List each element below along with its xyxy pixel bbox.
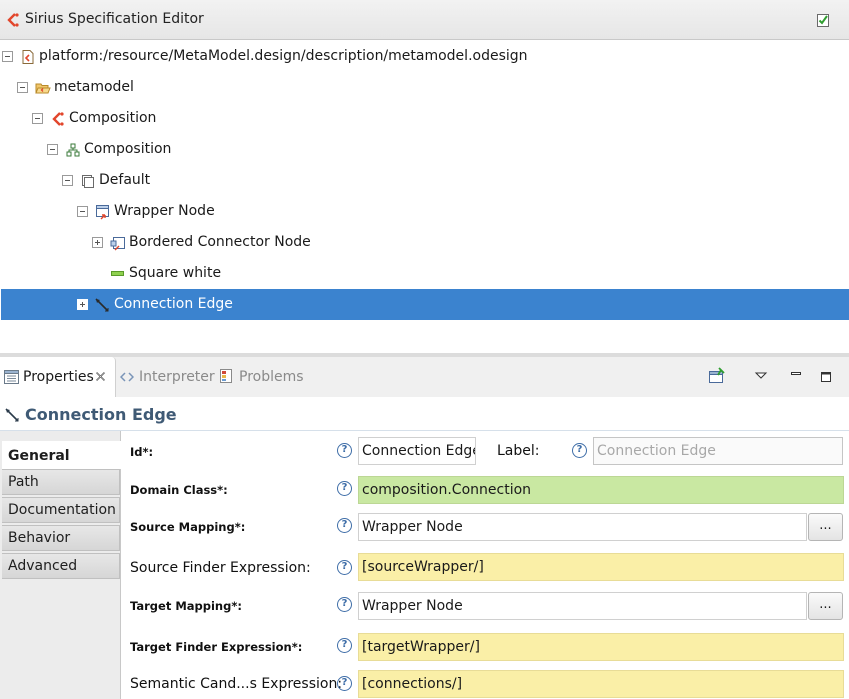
expand-toggle[interactable] <box>77 299 88 310</box>
tree-item-label: metamodel <box>54 79 134 95</box>
help-icon[interactable]: ? <box>337 560 352 575</box>
pin-view-icon[interactable] <box>708 367 726 385</box>
target-finder-field[interactable]: [targetWrapper/] <box>358 633 844 661</box>
semantic-candidates-field[interactable]: [connections/] <box>358 670 844 698</box>
properties-side-tabs: General Path Documentation Behavior Adva… <box>0 431 122 699</box>
collapse-toggle[interactable] <box>17 82 28 93</box>
view-menu-icon[interactable] <box>752 367 770 385</box>
domain-class-field[interactable]: composition.Connection <box>358 476 844 504</box>
source-mapping-field[interactable]: Wrapper Node <box>358 513 807 541</box>
domain-class-label: Domain Class*: <box>130 483 228 497</box>
edge-mapping-icon <box>4 407 20 427</box>
tree-item-connection-edge[interactable]: Connection Edge <box>1 289 849 320</box>
tab-interpreter[interactable]: Interpreter <box>118 357 216 397</box>
target-mapping-field[interactable]: Wrapper Node <box>358 592 807 620</box>
collapse-toggle[interactable] <box>32 113 43 124</box>
tree-item-label: Square white <box>129 265 222 281</box>
help-icon[interactable]: ? <box>337 597 352 612</box>
help-icon[interactable]: ? <box>337 676 352 691</box>
tab-label: Problems <box>239 369 304 385</box>
tree-item-viewpoint[interactable]: Composition <box>0 103 849 134</box>
help-icon[interactable]: ? <box>572 443 587 458</box>
source-mapping-browse-button[interactable]: ... <box>808 513 843 541</box>
tab-label: Properties <box>23 369 94 385</box>
square-style-icon <box>110 266 126 282</box>
editor-title-bar: Sirius Specification Editor <box>0 0 849 40</box>
validate-check-icon[interactable] <box>815 12 831 32</box>
tree-item-label: platform:/resource/MetaModel.design/desc… <box>39 48 528 64</box>
tree-item-square-style[interactable]: Square white <box>0 258 849 289</box>
properties-icon <box>4 370 19 388</box>
interpreter-icon <box>119 370 135 388</box>
container-mapping-icon <box>95 204 111 220</box>
collapse-toggle[interactable] <box>77 206 88 217</box>
properties-title-text: Connection Edge <box>25 405 177 424</box>
tree-item-label: Composition <box>69 110 157 126</box>
tab-properties[interactable]: Properties <box>0 357 116 397</box>
collapse-toggle[interactable] <box>62 175 73 186</box>
problems-icon <box>219 368 233 388</box>
specification-tree: platform:/resource/MetaModel.design/desc… <box>0 40 849 353</box>
minimize-icon[interactable] <box>787 367 805 385</box>
diagram-description-icon <box>65 142 81 158</box>
odesign-file-icon <box>20 49 36 65</box>
close-icon[interactable] <box>95 370 106 386</box>
properties-body: General Path Documentation Behavior Adva… <box>0 431 849 699</box>
properties-title: Connection Edge <box>0 397 849 431</box>
tree-item-odesign[interactable]: platform:/resource/MetaModel.design/desc… <box>0 41 849 72</box>
target-mapping-browse-button[interactable]: ... <box>808 592 843 620</box>
tree-item-wrapper-node[interactable]: Wrapper Node <box>0 196 849 227</box>
tree-item-diagram-description[interactable]: Composition <box>0 134 849 165</box>
label-field[interactable]: Connection Edge <box>593 437 843 465</box>
help-icon[interactable]: ? <box>337 443 352 458</box>
tree-item-label: Default <box>99 172 151 188</box>
layer-icon <box>80 173 96 189</box>
semantic-candidates-label: Semantic Cand...s Expression: <box>130 676 343 692</box>
source-finder-label: Source Finder Expression: <box>130 560 311 576</box>
collapse-toggle[interactable] <box>47 144 58 155</box>
tree-item-label: Wrapper Node <box>114 203 215 219</box>
maximize-icon[interactable] <box>817 367 835 385</box>
id-field[interactable]: Connection Edge <box>358 437 476 465</box>
collapse-toggle[interactable] <box>2 51 13 62</box>
expand-toggle[interactable] <box>92 237 103 248</box>
source-finder-field[interactable]: [sourceWrapper/] <box>358 553 844 581</box>
viewpoint-icon <box>50 111 66 127</box>
tree-item-layer[interactable]: Default <box>0 165 849 196</box>
views-tab-bar: Properties Interpreter Problems <box>0 357 849 397</box>
side-tab-advanced[interactable]: Advanced <box>2 553 120 579</box>
side-tab-path[interactable]: Path <box>2 469 120 495</box>
editor-title: Sirius Specification Editor <box>25 11 204 27</box>
tab-label: Interpreter <box>139 369 215 385</box>
edge-mapping-icon <box>94 297 110 313</box>
tree-item-metamodel[interactable]: metamodel <box>0 72 849 103</box>
help-icon[interactable]: ? <box>337 638 352 653</box>
target-finder-label: Target Finder Expression*: <box>130 640 303 654</box>
source-mapping-label: Source Mapping*: <box>130 520 246 534</box>
target-mapping-label: Target Mapping*: <box>130 599 242 613</box>
open-folder-icon <box>35 80 51 96</box>
help-icon[interactable]: ? <box>337 518 352 533</box>
tree-item-label: Connection Edge <box>114 296 233 312</box>
tab-problems[interactable]: Problems <box>217 357 307 397</box>
tree-item-bordered-node[interactable]: Bordered Connector Node <box>0 227 849 258</box>
bordered-node-icon <box>110 235 126 251</box>
label-label: Label: <box>497 443 540 459</box>
id-label: Id*: <box>130 445 154 459</box>
side-tab-behavior[interactable]: Behavior <box>2 525 120 551</box>
tree-item-label: Composition <box>84 141 172 157</box>
sirius-icon <box>5 12 21 32</box>
side-tab-general[interactable]: General <box>2 441 122 469</box>
side-tab-documentation[interactable]: Documentation <box>2 497 120 523</box>
tree-item-label: Bordered Connector Node <box>129 234 311 250</box>
help-icon[interactable]: ? <box>337 481 352 496</box>
